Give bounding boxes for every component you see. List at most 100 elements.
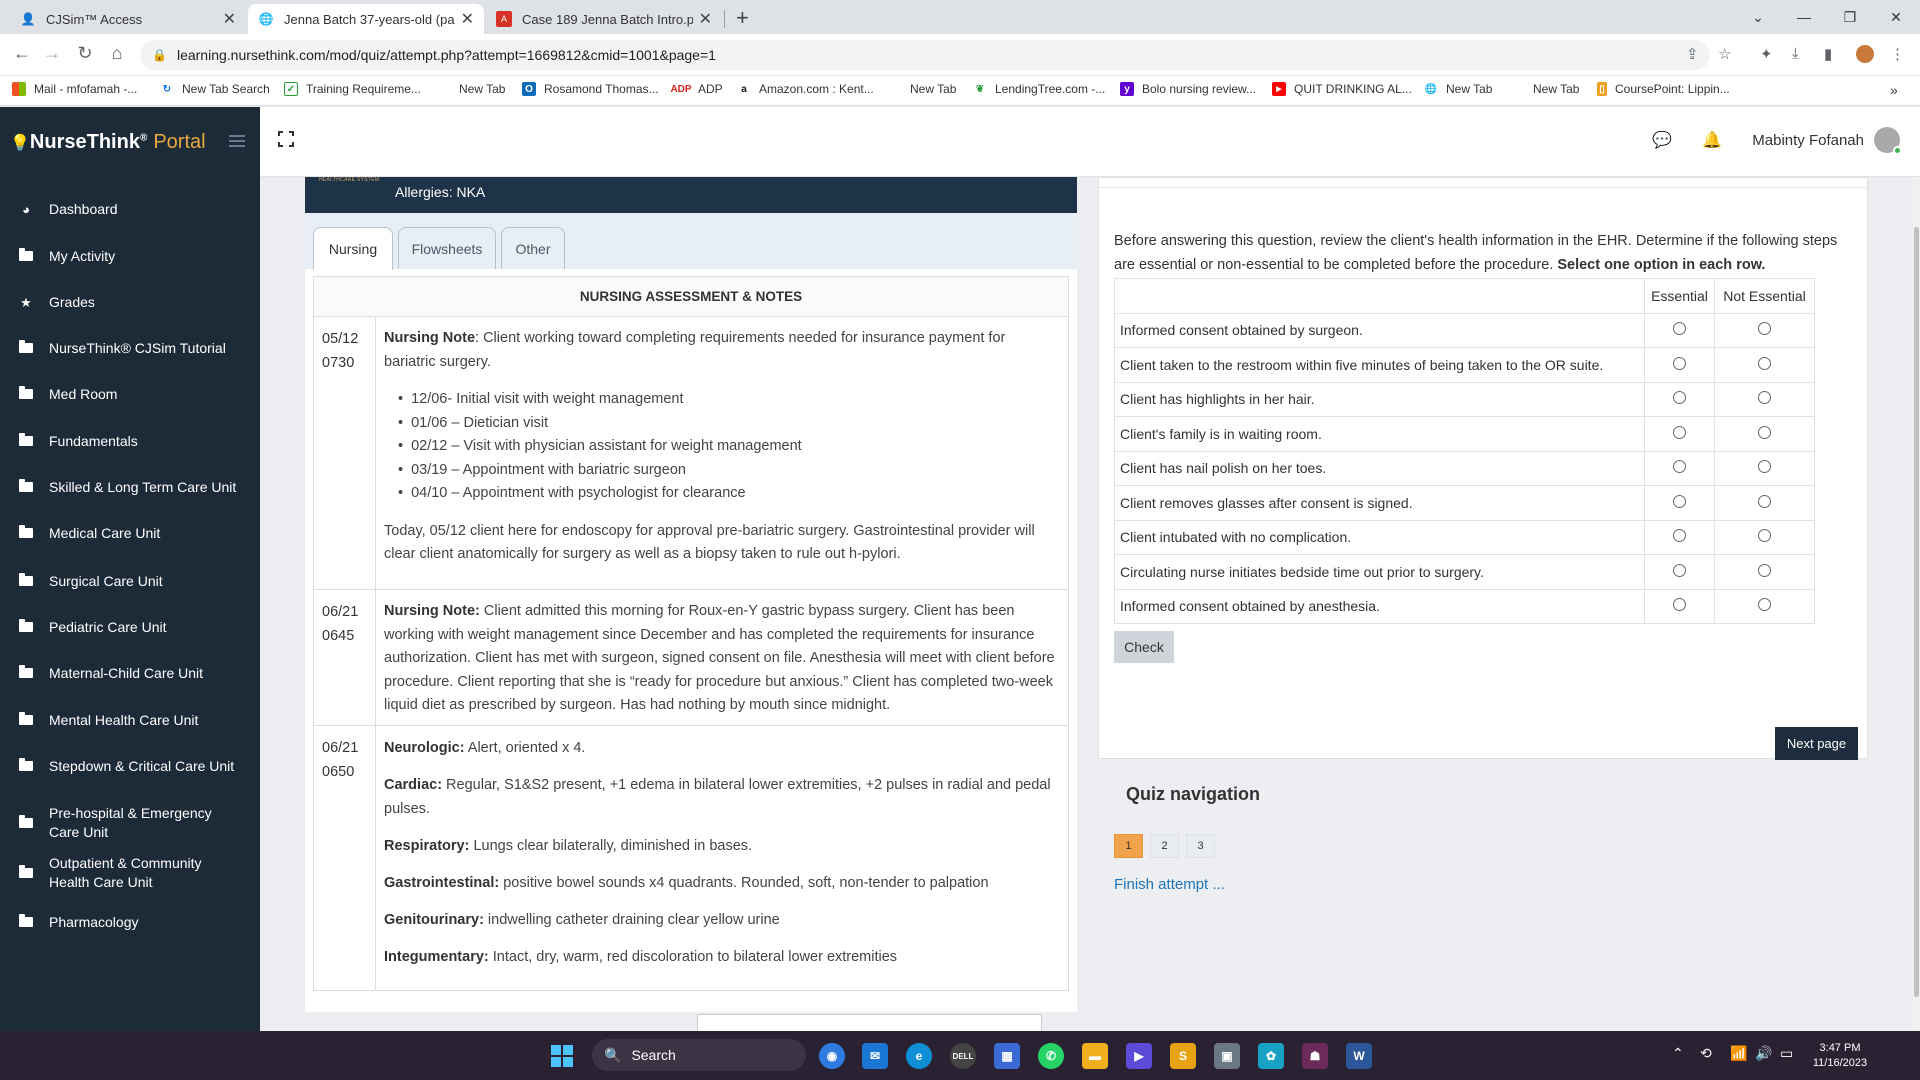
browser-tab-jenna[interactable]: 🌐 Jenna Batch 37-years-old (page ✕ xyxy=(248,4,484,34)
sidebar-item-my-activity[interactable]: My Activity xyxy=(0,247,260,266)
forward-icon[interactable]: → xyxy=(40,43,64,64)
page-scrollbar[interactable] xyxy=(1913,177,1920,1031)
sidebar-item-outpatient-community[interactable]: Outpatient & Community Health Care Unit xyxy=(0,854,260,892)
bookmark-item[interactable]: Mail - mfofamah -... xyxy=(12,82,137,96)
radio-not-essential[interactable] xyxy=(1714,416,1815,452)
volume-icon[interactable]: 🔊 xyxy=(1755,1045,1772,1062)
nursethink-logo[interactable]: 💡NurseThink® Portal xyxy=(10,131,206,154)
video-editor-icon[interactable]: ▶ xyxy=(1126,1043,1152,1069)
radio-not-essential[interactable] xyxy=(1714,519,1815,555)
check-button[interactable]: Check xyxy=(1114,631,1174,663)
quiz-page-2[interactable]: 2 xyxy=(1150,834,1179,858)
radio-not-essential[interactable] xyxy=(1714,485,1815,521)
tab-other[interactable]: Other xyxy=(501,227,565,269)
bookmark-star-icon[interactable]: ☆ xyxy=(1718,45,1731,63)
dell-icon[interactable]: DELL xyxy=(950,1043,976,1069)
bookmark-item[interactable]: ❦ LendingTree.com -... xyxy=(973,82,1105,96)
radio-not-essential[interactable] xyxy=(1714,312,1815,348)
new-tab-button[interactable]: + xyxy=(736,5,749,31)
sidebar-item-cjsim-tutorial[interactable]: NurseThink® CJSim Tutorial xyxy=(0,339,260,358)
chat-bubble-icon[interactable]: 💬 xyxy=(1652,130,1672,150)
bottom-select-partial[interactable] xyxy=(697,1014,1042,1031)
next-page-button[interactable]: Next page xyxy=(1775,727,1858,760)
close-icon[interactable]: ✕ xyxy=(223,9,236,29)
sidebar-item-mental-health[interactable]: Mental Health Care Unit xyxy=(0,711,260,730)
extensions-icon[interactable]: ✦ xyxy=(1760,45,1773,63)
sidebar-item-med-room[interactable]: Med Room xyxy=(0,385,260,404)
close-icon[interactable]: ✕ xyxy=(461,9,474,29)
bookmark-item[interactable]: ▯ CoursePoint: Lippin... xyxy=(1597,82,1730,96)
sublime-icon[interactable]: S xyxy=(1170,1043,1196,1069)
bookmark-item[interactable]: New Tab xyxy=(910,82,956,96)
share-icon[interactable]: ⇪ xyxy=(1686,45,1699,63)
bookmark-item[interactable]: a Amazon.com : Kent... xyxy=(737,82,874,96)
radio-essential[interactable] xyxy=(1644,450,1715,486)
hamburger-menu-icon[interactable] xyxy=(229,135,245,150)
taskbar-search[interactable]: 🔍 Search xyxy=(592,1039,806,1071)
address-bar[interactable]: 🔒 learning.nursethink.com/mod/quiz/attem… xyxy=(140,40,1710,70)
browser-tab-cjsim[interactable]: 👤 CJSim™ Access ✕ xyxy=(10,4,246,34)
sidebar-item-stepdown-critical[interactable]: Stepdown & Critical Care Unit xyxy=(0,757,260,776)
sidebar-item-maternal-child[interactable]: Maternal-Child Care Unit xyxy=(0,664,260,683)
store-icon[interactable]: ▦ xyxy=(994,1043,1020,1069)
sidebar-item-pediatric-care[interactable]: Pediatric Care Unit xyxy=(0,618,260,637)
minimize-button[interactable]: — xyxy=(1781,0,1827,34)
user-menu[interactable]: Mabinty Fofanah xyxy=(1752,127,1902,155)
radio-not-essential[interactable] xyxy=(1714,554,1815,590)
sync-icon[interactable]: ⟲ xyxy=(1700,1045,1712,1062)
fullscreen-icon[interactable] xyxy=(278,131,294,147)
sidebar-item-prehospital-emergency[interactable]: Pre-hospital & Emergency Care Unit xyxy=(0,804,260,842)
sidebar-item-surgical-care[interactable]: Surgical Care Unit xyxy=(0,572,260,591)
radio-essential[interactable] xyxy=(1644,312,1715,348)
quiz-page-1[interactable]: 1 xyxy=(1114,834,1143,858)
radio-essential[interactable] xyxy=(1644,588,1715,624)
start-button[interactable] xyxy=(551,1045,573,1067)
back-icon[interactable]: ← xyxy=(10,43,34,64)
radio-not-essential[interactable] xyxy=(1714,450,1815,486)
system-clock[interactable]: 3:47 PM 11/16/2023 xyxy=(1800,1041,1880,1071)
sidebar-item-medical-care[interactable]: Medical Care Unit xyxy=(0,524,260,543)
sidebar-item-grades[interactable]: ★ Grades xyxy=(0,293,260,312)
radio-essential[interactable] xyxy=(1644,519,1715,555)
sidebar-item-pharmacology[interactable]: Pharmacology xyxy=(0,913,260,932)
download-icon[interactable]: ⤓ xyxy=(1792,45,1799,62)
file-explorer-icon[interactable]: ▬ xyxy=(1082,1043,1108,1069)
radio-not-essential[interactable] xyxy=(1714,588,1815,624)
scrollbar-thumb[interactable] xyxy=(1914,227,1919,997)
home-icon[interactable]: ⌂ xyxy=(105,43,129,64)
radio-not-essential[interactable] xyxy=(1714,347,1815,383)
radio-not-essential[interactable] xyxy=(1714,381,1815,417)
radio-essential[interactable] xyxy=(1644,485,1715,521)
battery-icon[interactable]: ▭ xyxy=(1780,1045,1793,1062)
profile-avatar-icon[interactable] xyxy=(1856,45,1874,63)
quiz-page-3[interactable]: 3 xyxy=(1186,834,1215,858)
sidebar-item-skilled-long-term[interactable]: Skilled & Long Term Care Unit xyxy=(0,478,260,497)
radio-essential[interactable] xyxy=(1644,416,1715,452)
chevron-up-icon[interactable]: ⌃ xyxy=(1672,1045,1684,1062)
more-bookmarks-icon[interactable]: » xyxy=(1890,82,1898,98)
game-icon[interactable]: ☗ xyxy=(1302,1043,1328,1069)
bookmark-item[interactable]: ↻ New Tab Search xyxy=(160,82,270,96)
restore-button[interactable]: ❐ xyxy=(1827,0,1873,34)
whatsapp-icon[interactable]: ✆ xyxy=(1038,1043,1064,1069)
radio-essential[interactable] xyxy=(1644,381,1715,417)
sidepanel-icon[interactable]: ▮ xyxy=(1824,45,1832,63)
radio-essential[interactable] xyxy=(1644,554,1715,590)
bookmark-item[interactable]: New Tab xyxy=(459,82,505,96)
app-icon[interactable]: ✿ xyxy=(1258,1043,1284,1069)
close-window-button[interactable]: ✕ xyxy=(1873,0,1919,34)
tab-nursing[interactable]: Nursing xyxy=(313,227,393,270)
bookmark-item[interactable]: 🌐 New Tab xyxy=(1424,82,1493,96)
bookmark-item[interactable]: O Rosamond Thomas... xyxy=(522,82,659,96)
bookmark-item[interactable]: ADP ADP xyxy=(670,82,722,96)
word-icon[interactable]: W xyxy=(1346,1043,1372,1069)
chrome-icon[interactable]: ◉ xyxy=(819,1043,845,1069)
finish-attempt-link[interactable]: Finish attempt ... xyxy=(1114,876,1225,893)
close-icon[interactable]: ✕ xyxy=(699,9,712,29)
sidebar-item-fundamentals[interactable]: Fundamentals xyxy=(0,432,260,451)
reload-icon[interactable]: ↻ xyxy=(73,43,97,64)
radio-essential[interactable] xyxy=(1644,347,1715,383)
bookmark-item[interactable]: New Tab xyxy=(1533,82,1579,96)
tab-flowsheets[interactable]: Flowsheets xyxy=(398,227,496,269)
wifi-icon[interactable]: 📶 xyxy=(1730,1045,1747,1062)
